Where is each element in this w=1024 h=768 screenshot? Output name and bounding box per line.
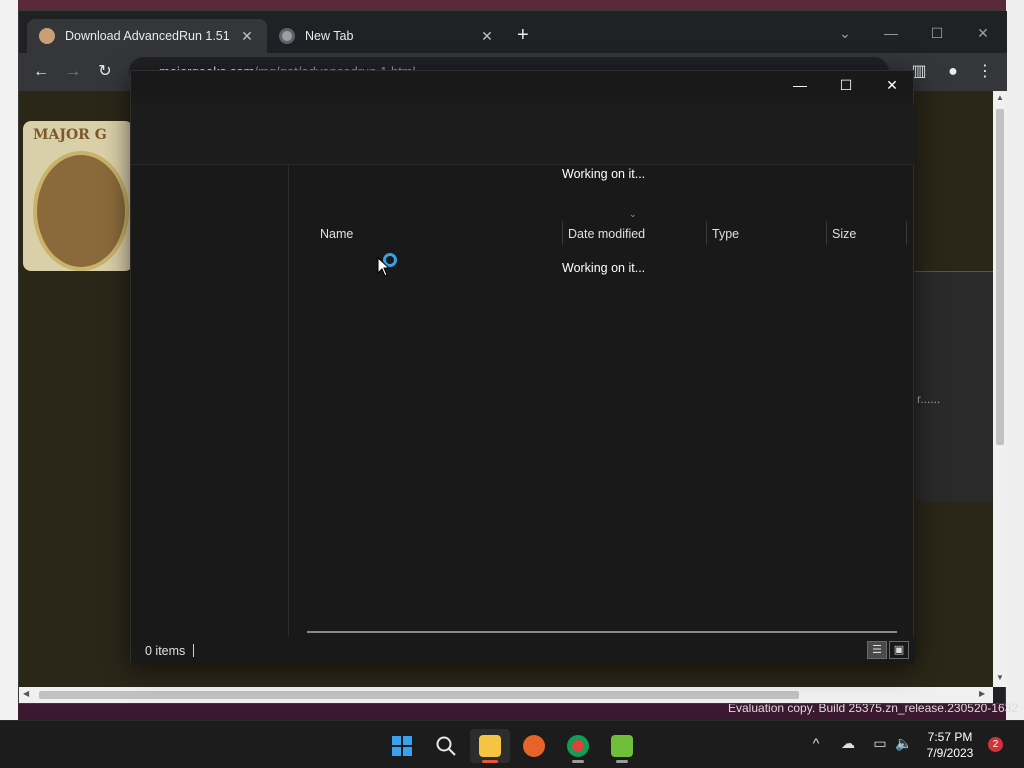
clock[interactable]: 7:57 PM 7/9/2023 <box>916 729 984 761</box>
close-window-icon[interactable]: ✕ <box>973 25 993 42</box>
dialog-status-bar: 0 items ☰ ▣ <box>131 637 915 663</box>
tab-label: New Tab <box>305 29 354 43</box>
column-divider[interactable] <box>826 221 827 245</box>
clock-date: 7/9/2023 <box>926 746 974 760</box>
running-indicator <box>572 760 584 763</box>
logo-mascot <box>33 151 129 271</box>
truncated-text: r...... <box>917 392 941 406</box>
dialog-minimize-icon[interactable]: — <box>785 77 815 93</box>
folder-icon <box>479 735 501 757</box>
scroll-up-arrow-icon[interactable]: ▲ <box>993 93 1007 102</box>
dialog-command-bar <box>131 103 915 165</box>
logo-text: MAJOR G <box>33 127 107 143</box>
background-window-left <box>0 0 18 720</box>
file-list-pane[interactable]: Working on it... ⌄ Name Date modified Ty… <box>291 165 915 637</box>
onedrive-icon[interactable]: ☁ <box>838 735 858 752</box>
background-window-right <box>1006 0 1024 720</box>
scroll-right-arrow-icon[interactable]: ▶ <box>979 689 985 698</box>
running-indicator <box>482 760 498 763</box>
scrollbar-thumb[interactable] <box>39 691 799 699</box>
scrollbar-thumb[interactable] <box>996 109 1004 445</box>
column-divider[interactable] <box>562 221 563 245</box>
column-header-name[interactable]: Name <box>320 221 560 249</box>
majorgeeks-logo: MAJOR G <box>23 121 133 271</box>
tab-search-icon[interactable]: ⌄ <box>835 25 855 42</box>
file-list-scrollbar[interactable] <box>307 631 897 633</box>
loading-status-top: Working on it... <box>562 167 646 181</box>
file-explorer-button[interactable] <box>470 729 510 763</box>
page-horizontal-scrollbar[interactable]: ◀ ▶ <box>19 687 993 703</box>
loading-status-list: Working on it... <box>562 261 646 275</box>
close-tab-icon[interactable]: ✕ <box>239 28 255 45</box>
scroll-left-arrow-icon[interactable]: ◀ <box>23 689 29 698</box>
minimize-icon[interactable]: — <box>881 25 901 41</box>
mouse-cursor-icon <box>377 257 391 277</box>
app-icon <box>611 735 633 757</box>
new-tab-button[interactable]: + <box>517 25 529 45</box>
large-icons-view-icon[interactable]: ▣ <box>889 641 909 659</box>
firefox-button[interactable] <box>514 729 554 763</box>
tab-new-tab[interactable]: New Tab ✕ <box>267 19 507 53</box>
sort-chevron-icon: ⌄ <box>629 209 637 219</box>
back-icon[interactable]: ← <box>31 63 51 81</box>
scroll-down-arrow-icon[interactable]: ▼ <box>993 673 1007 682</box>
tab-label: Download AdvancedRun 1.51 <box>65 29 230 43</box>
file-save-dialog: — ☐ ✕ Working on it... ⌄ Name Date modif… <box>130 70 915 663</box>
status-divider <box>193 644 194 657</box>
chrome-button[interactable] <box>558 729 598 763</box>
tab-download-advancedrun[interactable]: Download AdvancedRun 1.51 ✕ <box>27 19 267 53</box>
taskbar: ^ ☁ ▭ 🔈 7:57 PM 7/9/2023 2 <box>0 720 1024 768</box>
clock-time: 7:57 PM <box>927 730 973 744</box>
page-side-panel: r...... <box>915 271 993 501</box>
dialog-maximize-icon[interactable]: ☐ <box>831 77 861 94</box>
tab-strip: Download AdvancedRun 1.51 ✕ New Tab ✕ + … <box>19 11 1007 53</box>
forward-icon[interactable]: → <box>63 63 83 81</box>
search-icon <box>436 736 456 756</box>
maximize-icon[interactable]: ☐ <box>927 25 947 42</box>
dialog-close-icon[interactable]: ✕ <box>877 77 907 94</box>
column-header-date-modified[interactable]: Date modified <box>568 221 704 249</box>
dialog-titlebar[interactable]: — ☐ ✕ <box>131 71 915 103</box>
chrome-favicon-icon <box>279 28 295 44</box>
majorgeeks-favicon-icon <box>39 28 55 44</box>
network-icon[interactable]: ▭ <box>870 735 890 752</box>
column-header-type[interactable]: Type <box>712 221 826 249</box>
column-header-size[interactable]: Size <box>832 221 902 249</box>
column-divider[interactable] <box>906 221 907 245</box>
windows-start-icon <box>392 736 412 756</box>
start-button[interactable] <box>382 729 422 763</box>
search-button[interactable] <box>426 729 466 763</box>
reload-icon[interactable]: ↻ <box>95 63 115 81</box>
tray-overflow-chevron-icon[interactable]: ^ <box>806 735 826 751</box>
chrome-icon <box>567 735 589 757</box>
close-tab-icon[interactable]: ✕ <box>479 28 495 45</box>
volume-icon[interactable]: 🔈 <box>894 735 914 752</box>
item-count: 0 items <box>145 644 186 658</box>
notification-badge[interactable]: 2 <box>988 737 1003 752</box>
running-indicator <box>616 760 628 763</box>
notepad-app-button[interactable] <box>602 729 642 763</box>
column-divider[interactable] <box>706 221 707 245</box>
navigation-pane[interactable] <box>131 165 289 637</box>
page-vertical-scrollbar[interactable]: ▲ ▼ <box>993 91 1007 687</box>
firefox-icon <box>523 735 545 757</box>
profile-icon[interactable]: ● <box>943 63 963 81</box>
details-view-icon[interactable]: ☰ <box>867 641 887 659</box>
menu-kebab-icon[interactable]: ⋮ <box>975 63 995 81</box>
